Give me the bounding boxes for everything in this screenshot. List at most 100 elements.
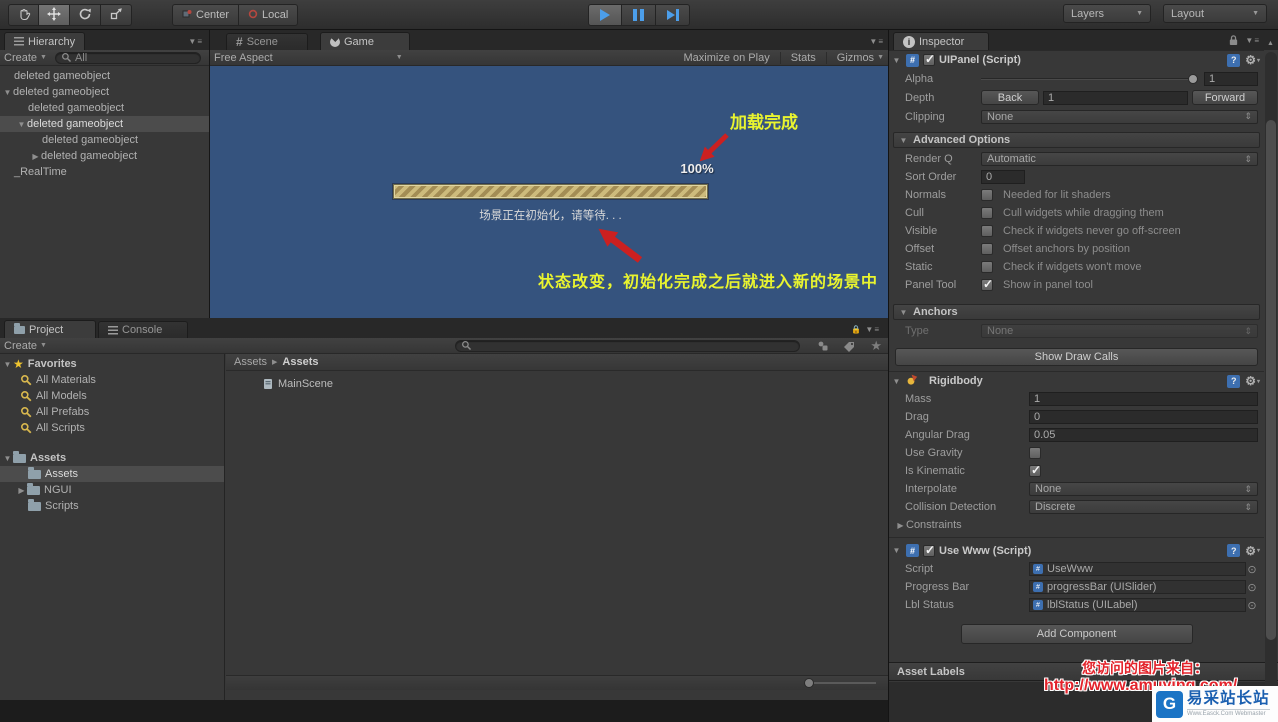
move-tool-button[interactable] bbox=[39, 4, 70, 26]
object-picker-icon[interactable]: ⊙ bbox=[1246, 599, 1258, 612]
foldout-icon[interactable] bbox=[2, 454, 13, 463]
help-icon[interactable]: ? bbox=[1227, 374, 1241, 388]
slider-knob[interactable] bbox=[1188, 73, 1198, 84]
maximize-on-play-button[interactable]: Maximize on Play bbox=[684, 52, 770, 64]
angular-drag-field[interactable]: 0.05 bbox=[1029, 428, 1258, 442]
foldout-icon[interactable] bbox=[2, 88, 13, 97]
alpha-slider[interactable] bbox=[981, 72, 1198, 86]
foldout-icon[interactable] bbox=[891, 56, 902, 65]
thumbnail-zoom-slider[interactable] bbox=[804, 678, 876, 688]
constraints-row[interactable]: Constraints bbox=[889, 516, 1264, 534]
favorite-item[interactable]: All Models bbox=[0, 388, 224, 404]
hierarchy-item[interactable]: deleted gameobject bbox=[0, 68, 209, 84]
help-icon[interactable]: ? bbox=[1227, 544, 1241, 557]
mass-field[interactable]: 1 bbox=[1029, 392, 1258, 406]
tab-scene[interactable]: # Scene bbox=[226, 33, 308, 50]
panel-menu-icon[interactable]: 🔒 ▼≡ bbox=[851, 325, 880, 334]
gear-icon[interactable]: ⚙ bbox=[1245, 544, 1260, 558]
object-picker-icon[interactable]: ⊙ bbox=[1246, 581, 1258, 594]
project-folder[interactable]: Scripts bbox=[0, 498, 224, 514]
project-folder-selected[interactable]: Assets bbox=[0, 466, 224, 482]
script-object-field[interactable]: # UseWww bbox=[1029, 562, 1246, 576]
lock-icon[interactable] bbox=[1228, 34, 1239, 46]
project-create-button[interactable]: Create ▼ bbox=[4, 340, 47, 352]
hierarchy-create-button[interactable]: Create ▼ bbox=[4, 52, 47, 64]
hierarchy-item[interactable]: _RealTime bbox=[0, 164, 209, 180]
hierarchy-item[interactable]: deleted gameobject bbox=[0, 84, 209, 100]
rotate-tool-button[interactable] bbox=[70, 4, 101, 26]
is-kinematic-checkbox[interactable] bbox=[1029, 463, 1041, 477]
use-gravity-checkbox[interactable] bbox=[1029, 447, 1041, 459]
normals-checkbox[interactable] bbox=[981, 189, 993, 201]
pivot-center-button[interactable]: Center bbox=[172, 4, 240, 26]
assets-root[interactable]: Assets bbox=[0, 450, 224, 466]
alpha-value-field[interactable]: 1 bbox=[1204, 71, 1258, 86]
hierarchy-item[interactable]: deleted gameobject bbox=[0, 148, 209, 164]
foldout-icon[interactable] bbox=[898, 136, 909, 145]
foldout-icon[interactable] bbox=[16, 120, 27, 129]
hand-tool-button[interactable] bbox=[8, 4, 39, 26]
layers-dropdown[interactable]: Layers ▼ bbox=[1063, 4, 1151, 23]
usewww-component-header[interactable]: # Use Www (Script) ? ⚙ bbox=[889, 541, 1264, 560]
advanced-options-header[interactable]: Advanced Options bbox=[893, 132, 1260, 148]
lbl-status-object-field[interactable]: # lblStatus (UILabel) bbox=[1029, 598, 1246, 612]
tab-console[interactable]: Console bbox=[98, 321, 188, 338]
scrollbar-thumb[interactable] bbox=[1266, 120, 1276, 640]
panel-menu-icon[interactable]: ▼≡ bbox=[869, 37, 884, 46]
space-local-button[interactable]: Local bbox=[239, 4, 299, 26]
filter-by-label-icon[interactable] bbox=[843, 340, 856, 352]
project-folder[interactable]: NGUI bbox=[0, 482, 224, 498]
foldout-icon[interactable] bbox=[2, 360, 13, 369]
asset-file-mainscene[interactable]: MainScene bbox=[262, 376, 333, 392]
depth-forward-button[interactable]: Forward bbox=[1192, 90, 1258, 105]
favorite-item[interactable]: All Scripts bbox=[0, 420, 224, 436]
scroll-up-icon[interactable]: ▲ bbox=[1267, 40, 1274, 47]
favorite-item[interactable]: All Prefabs bbox=[0, 404, 224, 420]
cull-checkbox[interactable] bbox=[981, 207, 993, 219]
visible-checkbox[interactable] bbox=[981, 225, 993, 237]
component-enabled-checkbox[interactable] bbox=[923, 52, 935, 66]
gear-icon[interactable]: ⚙ bbox=[1245, 53, 1260, 67]
tab-inspector[interactable]: i Inspector bbox=[893, 32, 989, 50]
panel-menu-icon[interactable]: ▼≡ bbox=[188, 37, 203, 46]
progress-bar-object-field[interactable]: # progressBar (UISlider) bbox=[1029, 580, 1246, 594]
slider-knob[interactable] bbox=[804, 678, 814, 688]
tab-hierarchy[interactable]: Hierarchy bbox=[4, 32, 86, 50]
rigidbody-component-header[interactable]: Rigidbody ? ⚙ bbox=[889, 371, 1264, 390]
panel-tool-checkbox[interactable] bbox=[981, 277, 993, 291]
offset-checkbox[interactable] bbox=[981, 243, 993, 255]
clipping-dropdown[interactable]: None bbox=[981, 109, 1258, 124]
step-button[interactable] bbox=[656, 4, 690, 26]
sort-order-field[interactable]: 0 bbox=[981, 170, 1025, 184]
hierarchy-item[interactable]: deleted gameobject bbox=[0, 100, 209, 116]
hierarchy-search-input[interactable]: All bbox=[54, 51, 201, 64]
play-button[interactable] bbox=[588, 4, 622, 26]
tab-game[interactable]: Game bbox=[320, 32, 410, 50]
aspect-dropdown[interactable]: Free Aspect ▼ bbox=[214, 52, 403, 64]
inspector-scrollbar[interactable]: ▲ bbox=[1265, 40, 1277, 720]
help-icon[interactable]: ? bbox=[1227, 53, 1241, 67]
collision-detection-dropdown[interactable]: Discrete bbox=[1029, 500, 1258, 514]
hierarchy-item[interactable]: deleted gameobject bbox=[0, 132, 209, 148]
foldout-icon[interactable] bbox=[898, 308, 909, 317]
scale-tool-button[interactable] bbox=[101, 4, 132, 26]
stats-button[interactable]: Stats bbox=[779, 51, 816, 64]
anchor-type-dropdown[interactable]: None bbox=[981, 324, 1258, 338]
favorites-root[interactable]: ★ Favorites bbox=[0, 356, 224, 372]
component-enabled-checkbox[interactable] bbox=[923, 543, 935, 557]
favorites-star-icon[interactable]: ★ bbox=[870, 338, 882, 354]
drag-field[interactable]: 0 bbox=[1029, 410, 1258, 424]
gizmos-dropdown[interactable]: Gizmos ▼ bbox=[825, 51, 884, 64]
anchors-header[interactable]: Anchors bbox=[893, 304, 1260, 320]
depth-value-field[interactable]: 1 bbox=[1043, 90, 1188, 105]
hierarchy-item-selected[interactable]: deleted gameobject bbox=[0, 116, 209, 132]
depth-back-button[interactable]: Back bbox=[981, 90, 1039, 105]
foldout-icon[interactable] bbox=[891, 377, 902, 386]
breadcrumb-item[interactable]: Assets bbox=[234, 356, 267, 368]
filter-by-type-icon[interactable] bbox=[817, 340, 829, 352]
project-search-input[interactable] bbox=[455, 339, 800, 352]
uipanel-component-header[interactable]: # UIPanel (Script) ? ⚙ bbox=[889, 50, 1264, 69]
gear-icon[interactable]: ⚙ bbox=[1245, 374, 1260, 388]
layout-dropdown[interactable]: Layout ▼ bbox=[1163, 4, 1267, 23]
static-checkbox[interactable] bbox=[981, 261, 993, 273]
